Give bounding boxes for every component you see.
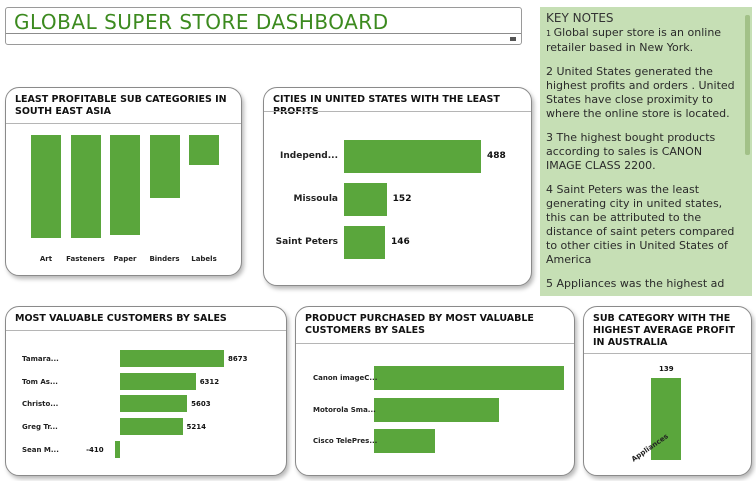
key-notes-list: 1 Global super store is an online retail…: [546, 26, 746, 291]
customer-label: Christo...: [22, 400, 59, 408]
customer-label: Tamara...: [22, 355, 59, 363]
card-title: SUB CATEGORY WITH THE HIGHEST AVERAGE PR…: [593, 313, 736, 348]
key-notes-panel: KEY NOTES 1 Global super store is an onl…: [540, 7, 752, 296]
card-divider: [264, 111, 531, 112]
key-note-item: 5 Appliances was the highest ad: [546, 277, 746, 291]
value-label: 139: [659, 365, 674, 373]
category-label: Binders: [149, 255, 180, 263]
key-note-item: 3 The highest bought products according …: [546, 131, 746, 173]
key-note-number: 2: [546, 65, 557, 78]
key-note-number: 3: [546, 131, 557, 144]
value-label: 152: [392, 194, 412, 204]
bar-product: [374, 398, 500, 422]
bar-customer: [120, 350, 224, 367]
bar-city: [344, 140, 481, 173]
category-label: Labels: [191, 255, 217, 263]
value-label: 146: [390, 237, 410, 247]
value-label: 488: [487, 151, 506, 161]
card-cities-least-profits: CITIES IN UNITED STATES WITH THE LEAST P…: [263, 87, 532, 286]
notes-scrollbar[interactable]: [745, 15, 750, 155]
customer-label: Sean M...: [22, 446, 59, 454]
bar-product: [374, 366, 564, 390]
resize-handle-icon[interactable]: [510, 37, 516, 41]
card-divider: [296, 343, 574, 344]
bar-customer: [120, 373, 196, 390]
key-note-text: The highest bought products according to…: [546, 131, 716, 172]
key-note-item: 1 Global super store is an online retail…: [546, 26, 746, 55]
value-label: 6312: [199, 378, 220, 386]
dashboard-title-box: GLOBAL SUPER STORE DASHBOARD: [5, 7, 522, 45]
customer-label: Tom As...: [22, 378, 58, 386]
key-notes-title: KEY NOTES: [546, 11, 614, 25]
card-least-profitable-subcategories: LEAST PROFITABLE SUB CATEGORIES IN SOUTH…: [5, 87, 242, 276]
bar-labels: [189, 135, 219, 165]
category-label: Paper: [113, 255, 137, 263]
dashboard-title: GLOBAL SUPER STORE DASHBOARD: [14, 10, 389, 34]
card-divider: [584, 353, 751, 354]
key-note-item: 4 Saint Peters was the least generating …: [546, 183, 746, 267]
value-label: 5214: [186, 423, 206, 431]
bar-city: [344, 183, 387, 216]
card-title: LEAST PROFITABLE SUB CATEGORIES IN SOUTH…: [15, 94, 227, 117]
bar-customer: [120, 418, 183, 435]
value-label: -410: [86, 446, 104, 454]
product-label: Cisco TelePres...: [313, 437, 378, 445]
card-divider: [6, 123, 241, 124]
bar-art: [31, 135, 61, 238]
key-note-number: 5: [546, 277, 557, 290]
bar-product: [374, 429, 435, 453]
card-title: MOST VALUABLE CUSTOMERS BY SALES: [15, 313, 227, 324]
key-note-text: Global super store is an online retailer…: [546, 26, 722, 54]
card-divider: [6, 330, 286, 331]
bar-binders: [149, 135, 180, 198]
card-valuable-customers: MOST VALUABLE CUSTOMERS BY SALES Tamara.…: [5, 306, 287, 476]
key-note-number: 1: [546, 29, 554, 38]
customer-label: Greg Tr...: [22, 423, 58, 431]
bar-customer: [120, 395, 188, 412]
card-title: PRODUCT PURCHASED BY MOST VALUABLE CUSTO…: [305, 313, 534, 336]
bar-customer: [115, 441, 120, 458]
key-note-text: United States generated the highest prof…: [546, 65, 735, 120]
category-label: Art: [39, 255, 53, 263]
value-label: 5603: [191, 400, 211, 408]
category-label: Fasteners: [66, 255, 105, 263]
city-label: Independ...: [280, 151, 338, 161]
card-highest-average-profit: SUB CATEGORY WITH THE HIGHEST AVERAGE PR…: [583, 306, 752, 476]
product-label: Motorola Sma...: [313, 406, 376, 414]
key-note-number: 4: [546, 183, 557, 196]
city-label: Missoula: [293, 194, 338, 204]
title-divider: [6, 33, 521, 34]
card-title: CITIES IN UNITED STATES WITH THE LEAST P…: [273, 94, 500, 117]
bar-paper: [110, 135, 140, 235]
city-label: Saint Peters: [275, 237, 338, 247]
bar-fasteners: [70, 135, 101, 238]
bar-city: [344, 226, 385, 259]
key-note-item: 2 United States generated the highest pr…: [546, 65, 746, 121]
key-note-text: Saint Peters was the least generating ci…: [546, 183, 735, 266]
product-label: Canon imageC...: [313, 374, 378, 382]
value-label: 8673: [228, 355, 248, 363]
key-note-text: Appliances was the highest ad: [556, 277, 725, 290]
card-products-purchased: PRODUCT PURCHASED BY MOST VALUABLE CUSTO…: [295, 306, 575, 476]
